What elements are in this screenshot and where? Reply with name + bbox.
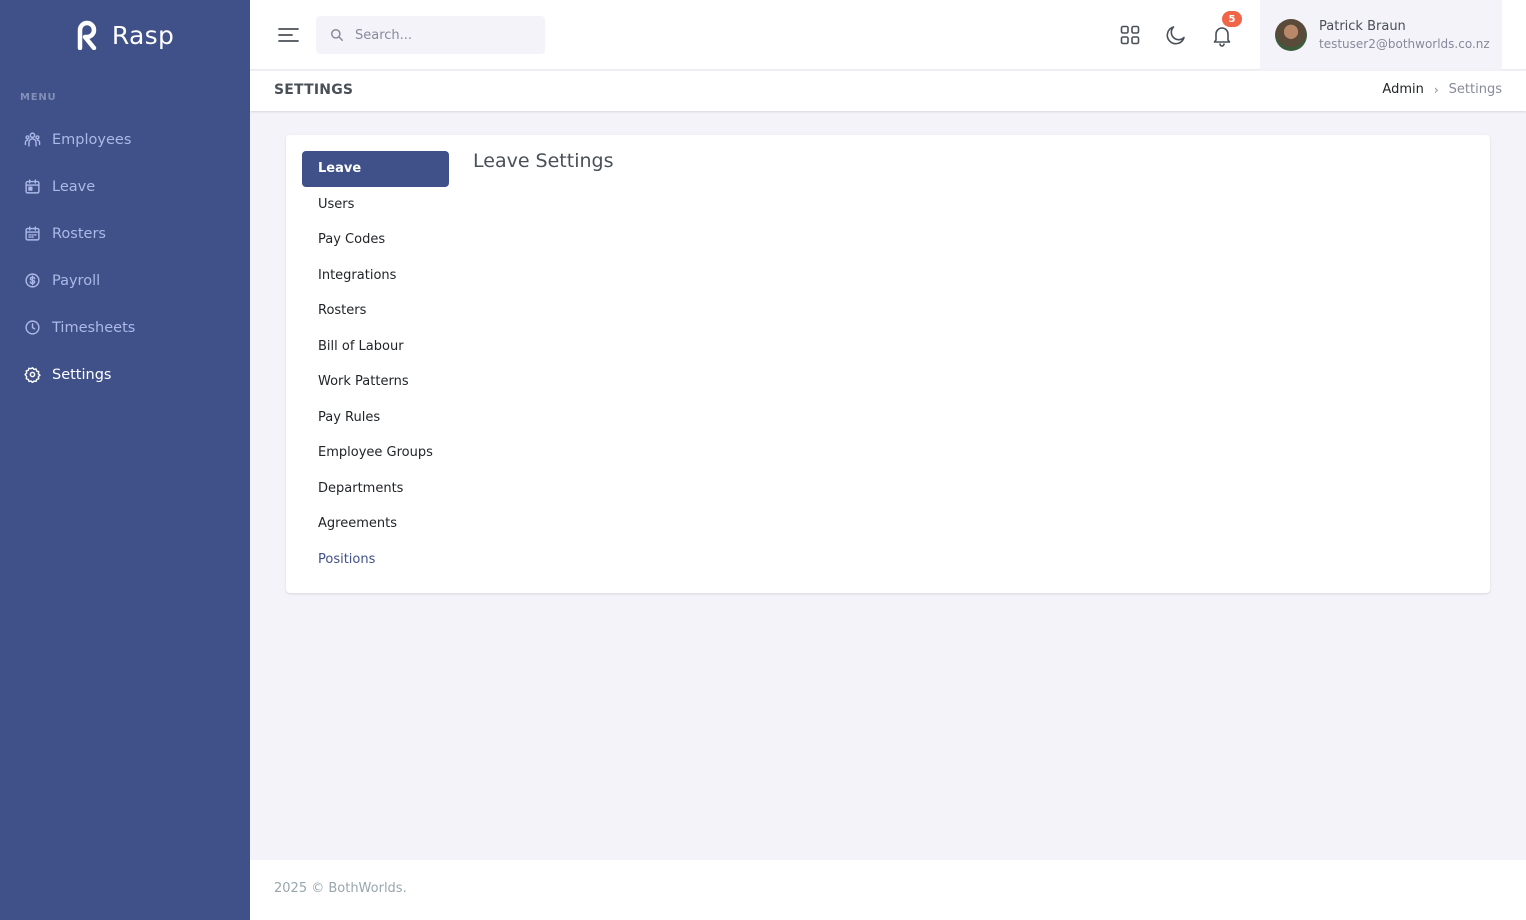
clock-icon: [25, 320, 40, 335]
topbar: 5 Patrick Braun testuser2@bothworlds.co.…: [250, 0, 1526, 70]
apps-grid-icon[interactable]: [1118, 23, 1142, 47]
sidebar-item-label: Leave: [52, 178, 96, 195]
sidebar-item-label: Timesheets: [52, 319, 136, 336]
footer-copyright: 2025 © BothWorlds.: [274, 881, 407, 896]
settings-tab-positions[interactable]: Positions: [302, 542, 449, 578]
sidebar-item-label: Settings: [52, 366, 112, 383]
page-title-bar: SETTINGS Admin › Settings: [250, 71, 1526, 111]
breadcrumb-admin[interactable]: Admin: [1382, 82, 1423, 97]
sidebar-item-label: Payroll: [52, 272, 101, 289]
dollar-circle-icon: [25, 273, 40, 288]
search-box[interactable]: [316, 16, 545, 54]
sidebar: Rasp MENU Employees Leave Rosters Payrol…: [0, 0, 250, 920]
rasp-logo-icon: [77, 20, 97, 50]
moon-icon[interactable]: [1164, 23, 1188, 47]
search-input[interactable]: [355, 27, 535, 43]
settings-heading: Leave Settings: [473, 150, 614, 172]
gear-icon: [24, 367, 41, 383]
settings-tab-bill-of-labour[interactable]: Bill of Labour: [302, 329, 449, 365]
sidebar-item-label: Employees: [52, 131, 132, 148]
settings-tab-agreements[interactable]: Agreements: [302, 506, 449, 542]
breadcrumb-current: Settings: [1448, 82, 1502, 97]
calendar-grid-icon: [25, 226, 40, 241]
page-title: SETTINGS: [274, 82, 354, 98]
sidebar-nav: Employees Leave Rosters Payroll Timeshee…: [0, 116, 250, 398]
brand-name: Rasp: [111, 20, 175, 50]
settings-tab-users[interactable]: Users: [302, 187, 449, 223]
user-name: Patrick Braun: [1319, 19, 1406, 34]
settings-tab-employee-groups[interactable]: Employee Groups: [302, 435, 449, 471]
chevron-right-icon: ›: [1433, 82, 1439, 97]
settings-card: Leave Users Pay Codes Integrations Roste…: [286, 135, 1490, 593]
sidebar-item-payroll[interactable]: Payroll: [0, 257, 250, 304]
sidebar-item-employees[interactable]: Employees: [0, 116, 250, 163]
hamburger-menu-icon[interactable]: [278, 27, 299, 43]
notification-badge: 5: [1222, 11, 1242, 27]
avatar: [1275, 19, 1307, 51]
settings-tab-work-patterns[interactable]: Work Patterns: [302, 364, 449, 400]
settings-tab-departments[interactable]: Departments: [302, 471, 449, 507]
settings-tab-leave[interactable]: Leave: [302, 151, 449, 187]
sidebar-item-rosters[interactable]: Rosters: [0, 210, 250, 257]
calendar-icon: [25, 179, 40, 194]
settings-tab-integrations[interactable]: Integrations: [302, 258, 449, 294]
settings-nav: Leave Users Pay Codes Integrations Roste…: [302, 151, 449, 577]
brand[interactable]: Rasp: [0, 0, 250, 70]
sidebar-item-leave[interactable]: Leave: [0, 163, 250, 210]
user-email: testuser2@bothworlds.co.nz: [1319, 37, 1490, 51]
sidebar-item-timesheets[interactable]: Timesheets: [0, 304, 250, 351]
sidebar-item-label: Rosters: [52, 225, 106, 242]
settings-tab-rosters[interactable]: Rosters: [302, 293, 449, 329]
search-icon: [331, 29, 343, 41]
sidebar-item-settings[interactable]: Settings: [0, 351, 250, 398]
settings-tab-pay-rules[interactable]: Pay Rules: [302, 400, 449, 436]
settings-tab-pay-codes[interactable]: Pay Codes: [302, 222, 449, 258]
users-icon: [24, 132, 41, 147]
breadcrumb: Admin › Settings: [1382, 82, 1502, 97]
footer: 2025 © BothWorlds.: [250, 860, 1526, 920]
menu-title: MENU: [20, 92, 57, 103]
user-menu[interactable]: Patrick Braun testuser2@bothworlds.co.nz: [1260, 0, 1502, 70]
